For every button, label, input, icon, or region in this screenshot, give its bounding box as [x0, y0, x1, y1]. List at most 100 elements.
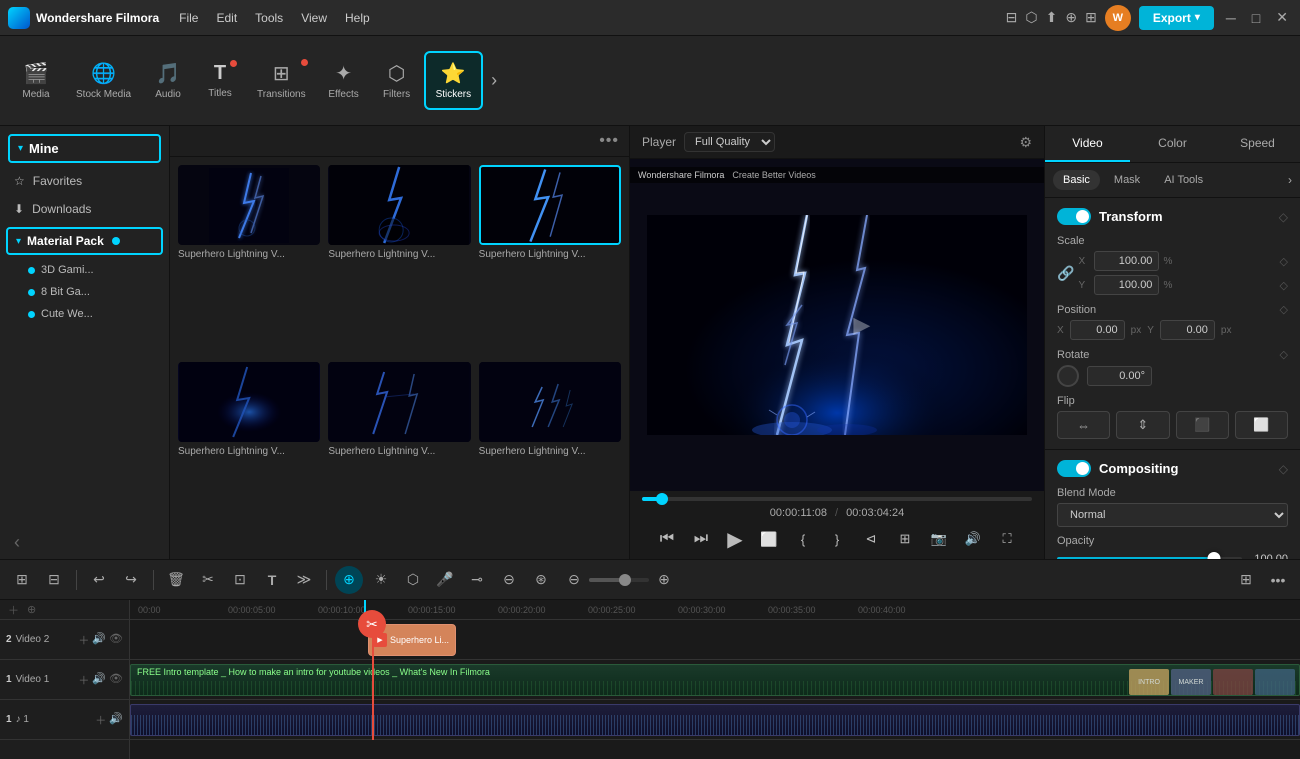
tl-btn-loop-active[interactable]: ⊕: [335, 566, 363, 594]
quality-select[interactable]: Full Quality Half Quality: [684, 132, 775, 152]
tool-stock-media[interactable]: 🌐 Stock Media: [66, 53, 141, 108]
win-maximize[interactable]: □: [1248, 10, 1264, 26]
audio1-add[interactable]: ＋: [95, 712, 106, 728]
tool-effects[interactable]: ✦ Effects: [318, 53, 370, 108]
flip-h-btn[interactable]: ⇔: [1057, 411, 1110, 439]
tl-btn-split[interactable]: ⊸: [463, 566, 491, 594]
tl-btn-delete[interactable]: 🗑: [162, 566, 190, 594]
window-icon-3[interactable]: ⬆: [1046, 9, 1058, 26]
opacity-thumb[interactable]: [1208, 552, 1221, 559]
volume-btn[interactable]: 🔊: [959, 525, 987, 553]
tl-zoom-in-btn[interactable]: ⊕: [653, 569, 675, 591]
mine-section[interactable]: ▾ Mine: [8, 134, 161, 163]
user-avatar[interactable]: W: [1105, 5, 1131, 31]
render-btn[interactable]: ⊲: [857, 525, 885, 553]
tl-btn-sub[interactable]: ⊖: [495, 566, 523, 594]
tool-media[interactable]: 🎬 Media: [8, 53, 64, 108]
sticker-item-1[interactable]: Superhero Lightning V...: [178, 165, 320, 354]
audio1-clip[interactable]: [130, 704, 1300, 736]
tl-zoom-out-btn[interactable]: ⊖: [563, 569, 585, 591]
tool-titles[interactable]: T Titles: [195, 54, 245, 107]
menu-edit[interactable]: Edit: [208, 8, 245, 28]
window-icon-2[interactable]: ⬡: [1025, 9, 1037, 26]
tl-btn-more2[interactable]: ≫: [290, 566, 318, 594]
tl-btn-undo[interactable]: ↩: [85, 566, 113, 594]
menu-tools[interactable]: Tools: [247, 8, 291, 28]
opacity-slider[interactable]: [1057, 557, 1242, 559]
win-minimize[interactable]: ─: [1222, 10, 1240, 26]
compositing-reset-icon[interactable]: ◇: [1279, 462, 1288, 476]
rotate-reset-icon[interactable]: ◇: [1280, 348, 1288, 361]
transform-reset-icon[interactable]: ◇: [1279, 210, 1288, 224]
scale-x-reset[interactable]: ◇: [1280, 255, 1288, 268]
downloads-item[interactable]: ⬇ Downloads: [0, 195, 169, 223]
add-track-icon[interactable]: ＋: [8, 602, 19, 618]
tl-btn-group[interactable]: ⊟: [40, 566, 68, 594]
menu-file[interactable]: File: [171, 8, 206, 28]
window-icon-5[interactable]: ⊞: [1085, 9, 1097, 26]
prev-frame-btn[interactable]: ⏮: [653, 525, 681, 553]
track1-eye[interactable]: 👁: [109, 672, 123, 688]
snapshot-btn[interactable]: 📷: [925, 525, 953, 553]
tl-btn-crop[interactable]: ⊡: [226, 566, 254, 594]
tl-grid-btn[interactable]: ⊞: [1232, 566, 1260, 594]
audio1-mute[interactable]: 🔊: [109, 712, 123, 728]
step-back-btn[interactable]: ⏭: [687, 525, 715, 553]
material-pack-section[interactable]: ▾ Material Pack: [6, 227, 163, 255]
preview-settings-icon[interactable]: ⚙: [1019, 134, 1032, 151]
tool-stickers[interactable]: ⭐ Stickers: [424, 51, 484, 110]
scale-y-reset[interactable]: ◇: [1280, 279, 1288, 292]
toolbar-more-btn[interactable]: ›: [485, 70, 503, 91]
tab-video[interactable]: Video: [1045, 126, 1130, 162]
tab-color[interactable]: Color: [1130, 126, 1215, 162]
sub-item-3d[interactable]: 3D Gami...: [20, 259, 169, 281]
tl-btn-redo[interactable]: ↪: [117, 566, 145, 594]
track2-audio[interactable]: 🔊: [92, 632, 106, 648]
tl-zoom-slider[interactable]: [589, 578, 649, 582]
sticker-item-5[interactable]: Superhero Lightning V...: [328, 362, 470, 551]
menu-view[interactable]: View: [293, 8, 335, 28]
position-reset-icon[interactable]: ◇: [1280, 303, 1288, 316]
tool-filters[interactable]: ⬡ Filters: [372, 53, 422, 108]
flip-v-btn[interactable]: ⇕: [1116, 411, 1169, 439]
tab-speed[interactable]: Speed: [1215, 126, 1300, 162]
sub-tab-mask[interactable]: Mask: [1104, 170, 1150, 190]
flip-h2-btn[interactable]: ⬛: [1176, 411, 1229, 439]
progress-thumb[interactable]: [656, 493, 668, 505]
window-icon-4[interactable]: ⊕: [1065, 9, 1077, 26]
sub-tab-ai-tools[interactable]: AI Tools: [1154, 170, 1213, 190]
add-track-icon2[interactable]: ⊕: [27, 603, 36, 616]
favorites-item[interactable]: ☆ Favorites: [0, 167, 169, 195]
sticker-item-6[interactable]: Superhero Lightning V...: [479, 362, 621, 551]
track2-eye[interactable]: 👁: [109, 632, 123, 648]
blend-mode-select[interactable]: Normal Multiply Screen Overlay: [1057, 503, 1288, 527]
video2-clip[interactable]: ▶ Superhero Li...: [368, 624, 456, 656]
track1-audio[interactable]: 🔊: [92, 672, 106, 688]
tool-audio[interactable]: 🎵 Audio: [143, 53, 193, 108]
tl-btn-shield[interactable]: ⬡: [399, 566, 427, 594]
sub-tab-basic[interactable]: Basic: [1053, 170, 1100, 190]
tl-btn-cut[interactable]: ✂: [194, 566, 222, 594]
sticker-item-4[interactable]: Superhero Lightning V...: [178, 362, 320, 551]
fullscreen-btn[interactable]: ⛶: [993, 525, 1021, 553]
loop-btn[interactable]: ⬜: [755, 525, 783, 553]
pos-x-input[interactable]: [1070, 320, 1125, 340]
video1-clip[interactable]: FREE Intro template _ How to make an int…: [130, 664, 1300, 696]
sub-tab-more[interactable]: ›: [1288, 173, 1292, 187]
sticker-item-3[interactable]: Superhero Lightning V...: [479, 165, 621, 354]
content-options-btn[interactable]: •••: [599, 132, 619, 150]
win-close[interactable]: ✕: [1272, 9, 1292, 26]
rotate-input[interactable]: [1087, 366, 1152, 386]
track2-add[interactable]: ＋: [78, 632, 89, 648]
scale-y-input[interactable]: [1094, 275, 1159, 295]
window-icon-1[interactable]: ⊟: [1006, 9, 1018, 26]
tl-btn-mic[interactable]: 🎤: [431, 566, 459, 594]
menu-help[interactable]: Help: [337, 8, 378, 28]
tl-btn-layout[interactable]: ⊞: [8, 566, 36, 594]
pos-y-input[interactable]: [1160, 320, 1215, 340]
mark-in-btn[interactable]: {: [789, 525, 817, 553]
tool-transitions[interactable]: ⊞ Transitions: [247, 53, 316, 108]
tl-settings-btn[interactable]: •••: [1264, 566, 1292, 594]
tl-btn-text[interactable]: T: [258, 566, 286, 594]
tl-btn-tag[interactable]: ⊛: [527, 566, 555, 594]
